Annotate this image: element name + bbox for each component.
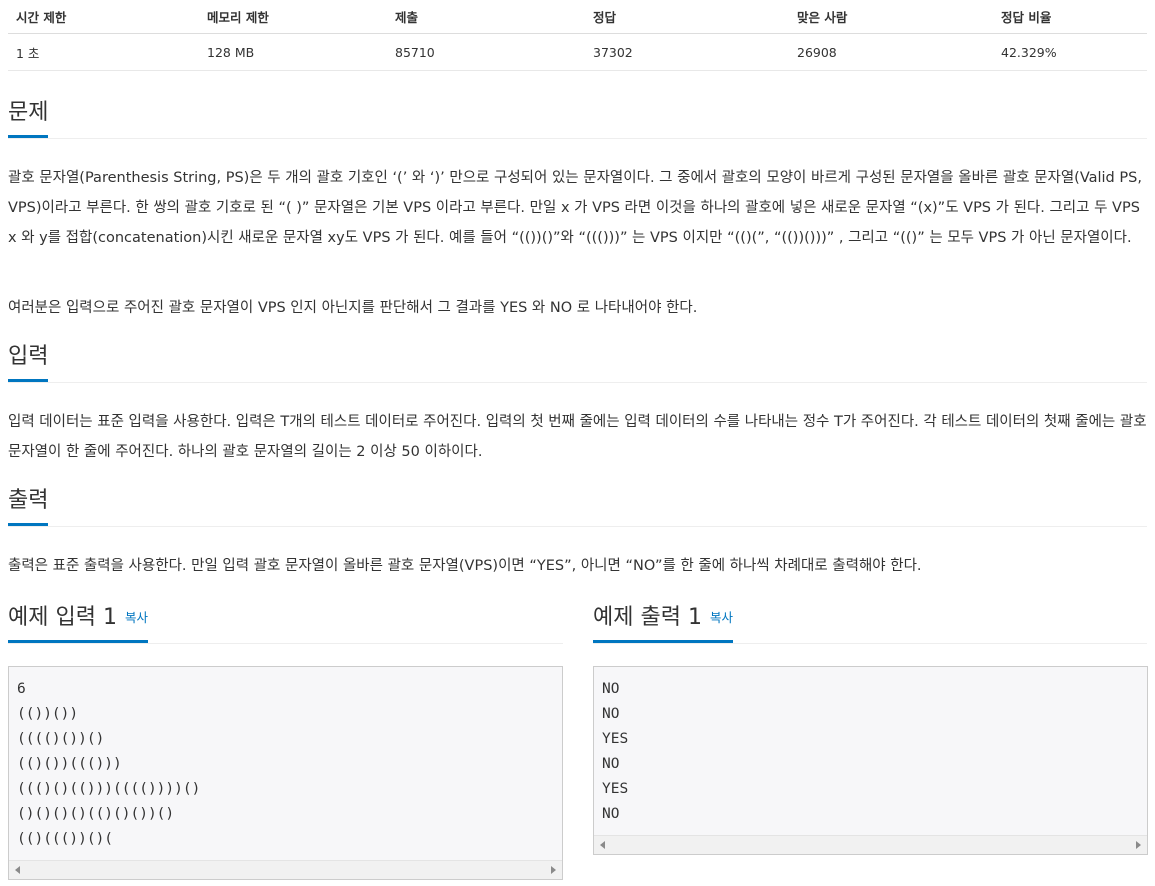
sample-output-line: NO — [602, 756, 620, 772]
problem-description: 괄호 문자열(Parenthesis String, PS)은 두 개의 괄호 … — [8, 170, 1142, 246]
sample-output-line: NO — [602, 706, 620, 722]
stats-value-memory-limit: 128 MB — [199, 33, 387, 71]
stats-header-solvers: 맞은 사람 — [789, 0, 993, 34]
sample-output-line: YES — [602, 731, 629, 747]
sample-input-title: 예제 입력 1 — [8, 605, 117, 630]
sample-input-title-wrap: 예제 입력 1 복사 — [8, 603, 148, 643]
scroll-left-arrow-icon[interactable] — [600, 841, 605, 849]
sample-output-lines: NO NO YES NO YES NO — [594, 667, 1147, 827]
scroll-right-arrow-icon[interactable] — [551, 866, 556, 874]
stats-value-time-limit: 1 초 — [8, 33, 199, 71]
stats-header-submissions: 제출 — [387, 0, 585, 34]
sample-input-line: (())()) — [17, 706, 79, 722]
sample-input-line: (()())((())) — [17, 756, 122, 772]
sample-output-box[interactable]: NO NO YES NO YES NO — [593, 666, 1148, 855]
sample-input-lines: 6 (())()) (((()())() (()())((())) ((()()… — [9, 667, 562, 852]
stats-value-submissions: 85710 — [387, 33, 585, 71]
scroll-left-arrow-icon[interactable] — [15, 866, 20, 874]
sample-output-copy-button[interactable]: 복사 — [710, 610, 733, 625]
sample-input-header: 예제 입력 1 복사 — [8, 603, 563, 644]
sample-input-horizontal-scrollbar[interactable] — [9, 860, 562, 879]
sample-output-line: YES — [602, 781, 629, 797]
stats-header-time-limit: 시간 제한 — [8, 0, 199, 34]
stats-header-row: 시간 제한 메모리 제한 제출 정답 맞은 사람 정답 비율 — [8, 0, 1147, 34]
sample-output-title-wrap: 예제 출력 1 복사 — [593, 603, 733, 643]
stats-header-memory-limit: 메모리 제한 — [199, 0, 387, 34]
sample-output-title: 예제 출력 1 — [593, 605, 702, 630]
sample-input-line: ()()()()(()()())() — [17, 806, 175, 822]
scroll-right-arrow-icon[interactable] — [1136, 841, 1141, 849]
problem-section-header: 문제 — [8, 98, 1147, 139]
sample-output-horizontal-scrollbar[interactable] — [594, 835, 1147, 854]
output-description: 출력은 표준 출력을 사용한다. 만일 입력 괄호 문자열이 올바른 괄호 문자… — [8, 558, 922, 574]
sample-input-copy-button[interactable]: 복사 — [125, 610, 148, 625]
stats-header-accept-ratio: 정답 비율 — [993, 0, 1147, 34]
sample-output-header: 예제 출력 1 복사 — [593, 603, 1147, 644]
sample-input-line: ((()()(()))(((())))() — [17, 781, 201, 797]
sample-output-line: NO — [602, 806, 620, 822]
input-description: 입력 데이터는 표준 입력을 사용한다. 입력은 T개의 테스트 데이터로 주어… — [8, 414, 1147, 460]
problem-stats-table: 시간 제한 메모리 제한 제출 정답 맞은 사람 정답 비율 1 초 128 M… — [8, 0, 1147, 71]
sample-output-line: NO — [602, 681, 620, 697]
sample-input-line: 6 — [17, 681, 26, 697]
sample-input-box[interactable]: 6 (())()) (((()())() (()())((())) ((()()… — [8, 666, 563, 880]
sample-input-line: (()((())()( — [17, 831, 114, 847]
input-section-title: 입력 — [8, 342, 49, 382]
stats-value-solvers: 26908 — [789, 33, 993, 71]
problem-section-title: 문제 — [8, 98, 49, 138]
stats-header-accepted: 정답 — [585, 0, 789, 34]
input-section-header: 입력 — [8, 342, 1147, 383]
output-section-title: 출력 — [8, 486, 49, 526]
stats-value-accept-ratio: 42.329% — [993, 33, 1147, 71]
output-section-header: 출력 — [8, 486, 1147, 527]
stats-value-accepted: 37302 — [585, 33, 789, 71]
stats-value-row: 1 초 128 MB 85710 37302 26908 42.329% — [8, 33, 1147, 71]
problem-task: 여러분은 입력으로 주어진 괄호 문자열이 VPS 인지 아닌지를 판단해서 그… — [8, 300, 698, 316]
sample-input-line: (((()())() — [17, 731, 105, 747]
